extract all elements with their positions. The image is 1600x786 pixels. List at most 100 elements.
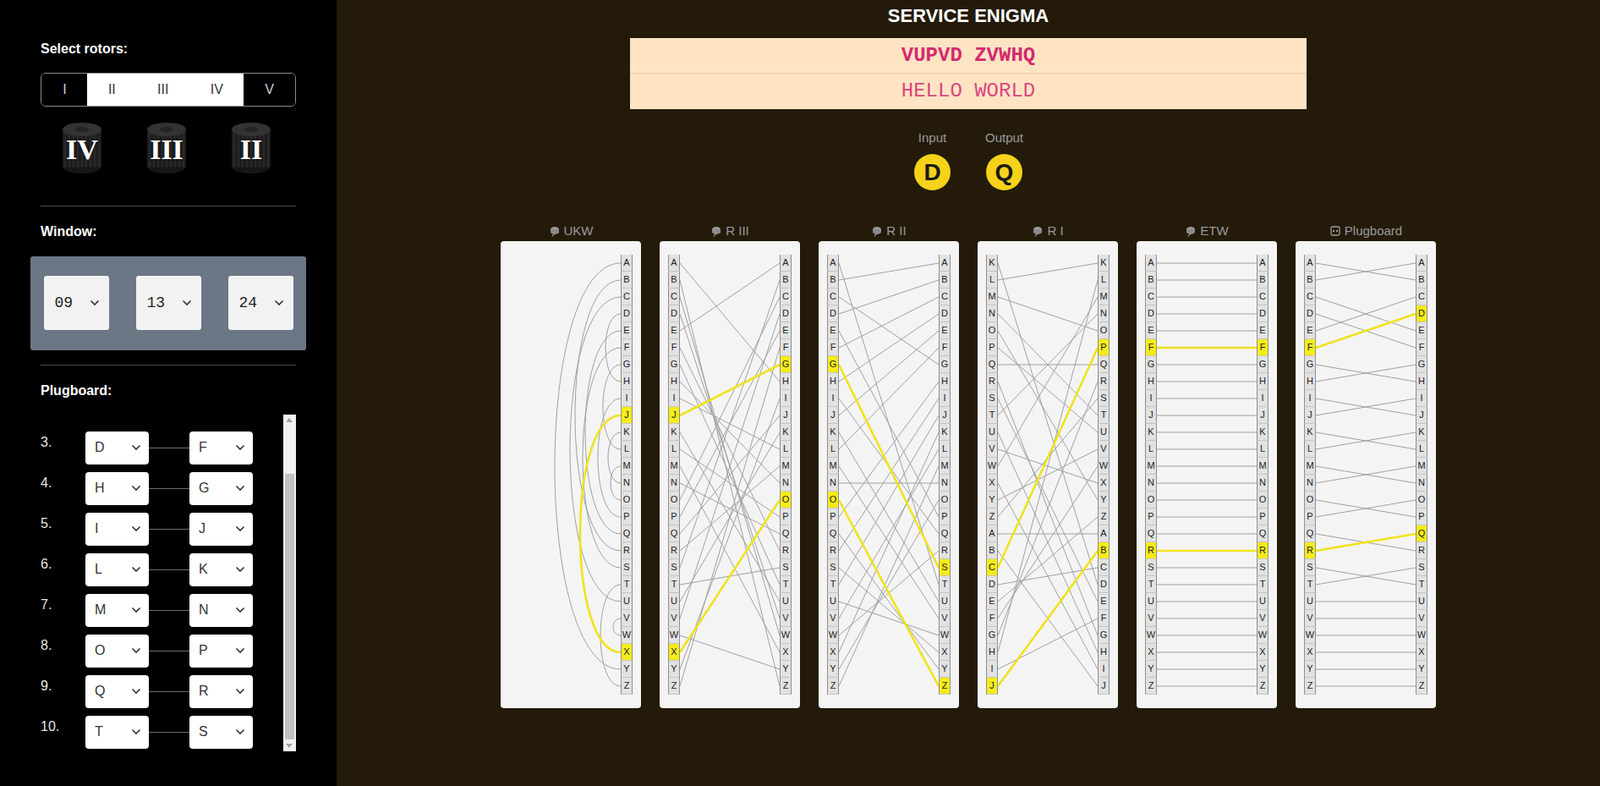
plug-select[interactable]: J: [189, 512, 253, 546]
wire: [1156, 668, 1257, 670]
plug-select[interactable]: G: [189, 471, 253, 505]
wire: [1156, 533, 1257, 535]
wire: [1315, 685, 1416, 687]
contact: B: [1097, 542, 1110, 559]
contact: R: [1256, 542, 1269, 559]
scroll-thumb[interactable]: [284, 473, 295, 740]
plug-select[interactable]: P: [189, 634, 253, 668]
rotor-button[interactable]: I: [41, 73, 88, 106]
panel-header: UKW: [500, 222, 642, 240]
plug-select[interactable]: K: [189, 553, 253, 587]
contact: L: [620, 440, 633, 458]
plug-select[interactable]: I: [85, 512, 149, 546]
rotor-icon: [1184, 224, 1197, 237]
scroll-up-icon[interactable]: [285, 417, 293, 422]
contact: U: [827, 592, 839, 610]
wire: [1156, 635, 1257, 636]
contact: F: [827, 339, 839, 357]
contact: B: [1415, 271, 1428, 289]
contact: U: [1304, 592, 1316, 610]
contact: H: [779, 372, 792, 390]
plug-select[interactable]: R: [189, 674, 253, 708]
contact: J: [668, 406, 680, 424]
contact: F: [1256, 339, 1269, 357]
contact: W: [779, 626, 792, 644]
panel-diagram: ABCDEFGHIJKLMNOPQRSTUVWXYZ: [500, 241, 642, 708]
wire: [838, 499, 939, 669]
plug-letter: R: [198, 680, 209, 702]
plug-select[interactable]: D: [85, 431, 149, 465]
contact: A: [938, 254, 951, 272]
contact: R: [1097, 372, 1110, 390]
plug-select[interactable]: N: [189, 593, 253, 627]
pair-number: 3.: [40, 432, 86, 453]
contact: R: [827, 542, 839, 559]
rotor-slot[interactable]: IV: [39, 120, 125, 178]
rotor-numeral: III: [149, 127, 184, 171]
contact: F: [668, 339, 680, 357]
contact: S: [1256, 558, 1269, 576]
contact: K: [1097, 254, 1110, 272]
plug-select[interactable]: T: [85, 715, 149, 749]
plug-select[interactable]: L: [85, 553, 149, 587]
rotor-button[interactable]: II: [87, 73, 137, 106]
contact: O: [827, 491, 839, 509]
contact: Q: [938, 525, 951, 543]
panel-title: UKW: [564, 222, 594, 240]
contact: F: [986, 609, 998, 627]
contact: F: [779, 339, 792, 357]
rotor-button[interactable]: V: [243, 73, 296, 106]
right-contacts: ABCDEFGHIJKLMNOPQRSTUVWXYZ: [620, 254, 633, 695]
contact: J: [1304, 406, 1316, 424]
scroll-down-icon[interactable]: [285, 743, 293, 748]
window-select[interactable]: 13: [136, 275, 202, 330]
panel-title: R II: [886, 222, 906, 240]
pair-number: 8.: [40, 635, 86, 656]
contact: N: [1304, 474, 1316, 492]
contact: L: [1256, 440, 1269, 458]
wire: [580, 415, 621, 653]
rotor-button[interactable]: III: [136, 73, 191, 106]
contact: V: [986, 440, 998, 458]
contact: C: [1304, 288, 1316, 306]
rotor-slot[interactable]: II: [208, 120, 294, 178]
contact: C: [986, 558, 998, 576]
contact: A: [986, 525, 998, 543]
wire: [838, 347, 939, 450]
plug-connector: [148, 650, 190, 652]
contact: C: [1097, 558, 1110, 576]
window-select[interactable]: 09: [43, 275, 110, 330]
rotor-slot[interactable]: III: [124, 120, 209, 178]
plug-select[interactable]: Q: [85, 674, 149, 708]
plug-select[interactable]: M: [85, 593, 149, 627]
contact: M: [779, 457, 792, 475]
window-select[interactable]: 24: [228, 275, 294, 330]
wire: [1156, 652, 1257, 653]
wire: [679, 347, 780, 686]
contact: B: [1256, 271, 1269, 289]
chevron-down-icon: [131, 606, 142, 614]
plug-select[interactable]: O: [85, 634, 149, 668]
plug-select[interactable]: F: [189, 431, 253, 465]
contact: A: [1256, 254, 1269, 272]
plug-select[interactable]: H: [85, 471, 149, 505]
input-label: Input: [907, 130, 959, 146]
plug-connector: [148, 447, 190, 449]
output-letter: Q: [986, 153, 1023, 191]
contact: B: [986, 542, 998, 559]
contact: D: [779, 305, 792, 323]
plug-select[interactable]: S: [189, 715, 253, 749]
left-contacts: ABCDEFGHIJKLMNOPQRSTUVWXYZ: [1304, 254, 1316, 695]
contact: X: [620, 643, 633, 661]
rotor-button[interactable]: IV: [189, 73, 245, 106]
chevron-down-icon: [131, 687, 142, 695]
contact: B: [779, 271, 792, 289]
plug-letter: D: [94, 437, 105, 458]
chevron-down-icon: [131, 646, 142, 654]
chevron-down-icon: [235, 525, 246, 532]
contact: P: [620, 508, 633, 526]
panel-diagram: KLMNOPQRSTUVWXYZABCDEFGHIJKLMNOPQRSTUVWX…: [977, 241, 1118, 708]
scrollbar[interactable]: [283, 414, 296, 751]
wire: [997, 263, 1098, 585]
contact: J: [938, 406, 951, 424]
